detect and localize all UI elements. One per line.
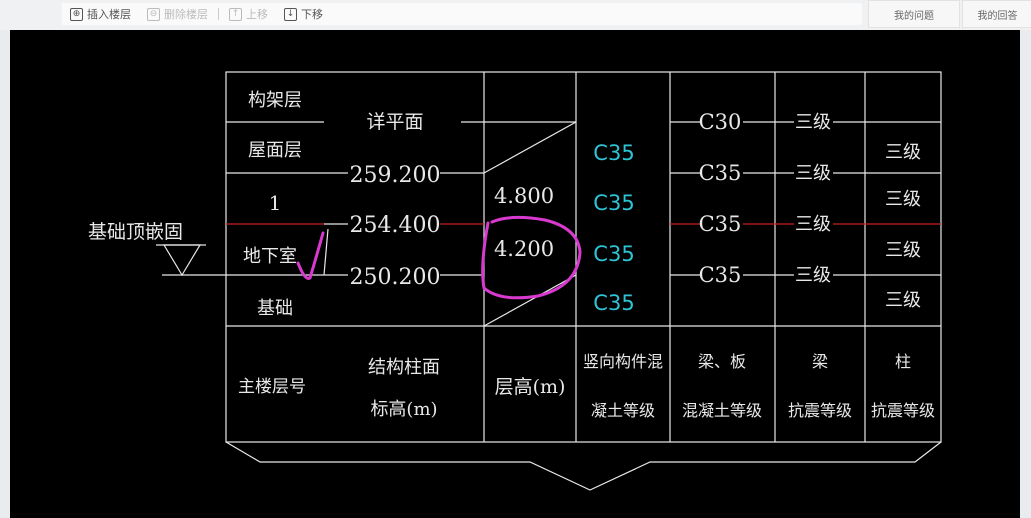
header-column-seismic: 抗震等级 [871,401,935,420]
header-beam-seismic: 抗震等级 [788,401,852,420]
move-down-button[interactable]: ↓ 下移 [284,6,323,22]
my-questions-label: 我的问题 [894,10,934,22]
delete-floor-icon: ⊖ [147,7,160,21]
arrow-down-icon: ↓ [284,7,297,21]
insert-floor-button[interactable]: ⊕ 插入楼层 [70,6,131,22]
header-vertical-concrete: 竖向构件混 [583,352,663,371]
elevation-value: 259.200 [350,163,441,188]
vertical-concrete-grade: C35 [593,141,634,165]
top-bar: ⊕ 插入楼层 ⊖ 删除楼层 ↑ 上移 ↓ 下移 我的问题 我的回答 [0,0,1031,30]
floor-toolbar: ⊕ 插入楼层 ⊖ 删除楼层 ↑ 上移 ↓ 下移 [62,3,862,25]
my-answers-label: 我的回答 [977,10,1018,22]
vertical-concrete-grade: C35 [593,291,634,315]
header-beam-slab-concrete: 梁、板 [698,352,746,371]
toolbar-divider [218,8,219,20]
vertical-concrete-grade: C35 [593,191,634,215]
beam-slab-concrete-grade: C35 [699,161,742,185]
floor-table-drawing: 基础顶嵌固 构架层 屋面层 1 地下室 基础 详平面 259.200 254.4… [88,71,942,491]
header-vertical-concrete: 凝土等级 [591,401,655,420]
beam-seismic-grade: 三级 [795,163,831,184]
column-seismic-grade: 三级 [885,189,921,210]
header-floor-height: 层高(m) [495,376,566,398]
elevation-value: 详平面 [366,111,423,133]
header-elevation: 标高(m) [370,399,437,420]
column-seismic-grade: 三级 [885,240,921,261]
my-answers-button[interactable]: 我的回答 [962,0,1031,28]
beam-slab-concrete-grade: C30 [699,110,742,134]
delete-floor-button[interactable]: ⊖ 删除楼层 [147,6,208,22]
vertical-concrete-grade: C35 [593,242,634,266]
beam-seismic-grade: 三级 [795,214,831,235]
cad-drawing-view[interactable]: 基础顶嵌固 构架层 屋面层 1 地下室 基础 详平面 259.200 254.4… [10,30,1020,518]
beam-seismic-grade: 三级 [795,265,831,286]
elevation-value: 254.400 [350,213,441,238]
move-up-label: 上移 [246,8,268,21]
header-column-seismic: 柱 [895,352,911,371]
floor-name: 构架层 [248,90,302,111]
arrow-up-icon: ↑ [229,7,242,21]
floor-name: 基础 [257,298,293,319]
table-border [225,71,942,443]
floor-height-value: 4.200 [494,237,554,261]
beam-slab-concrete-grade: C35 [699,212,742,236]
header-beam-slab-concrete: 混凝土等级 [682,401,762,420]
floor-height-value: 4.800 [494,184,554,208]
move-up-button[interactable]: ↑ 上移 [229,6,268,22]
elevation-value: 250.200 [350,265,441,290]
beam-slab-concrete-grade: C35 [699,263,742,287]
delete-floor-label: 删除楼层 [164,8,208,21]
my-questions-button[interactable]: 我的问题 [868,0,960,28]
insert-floor-label: 插入楼层 [87,8,131,21]
move-down-label: 下移 [301,8,323,21]
column-seismic-grade: 三级 [885,142,921,163]
floor-name: 1 [269,191,282,215]
header-beam-seismic: 梁 [812,352,828,371]
floor-name: 屋面层 [248,140,302,161]
check-mark-icon [296,231,325,280]
beam-seismic-grade: 三级 [795,112,831,133]
floor-name: 地下室 [243,246,297,267]
column-seismic-grade: 三级 [885,290,921,311]
foundation-top-label: 基础顶嵌固 [88,221,183,243]
header-elevation: 结构柱面 [368,357,440,378]
header-floor-no: 主楼层号 [238,377,306,397]
insert-floor-icon: ⊕ [70,7,83,21]
